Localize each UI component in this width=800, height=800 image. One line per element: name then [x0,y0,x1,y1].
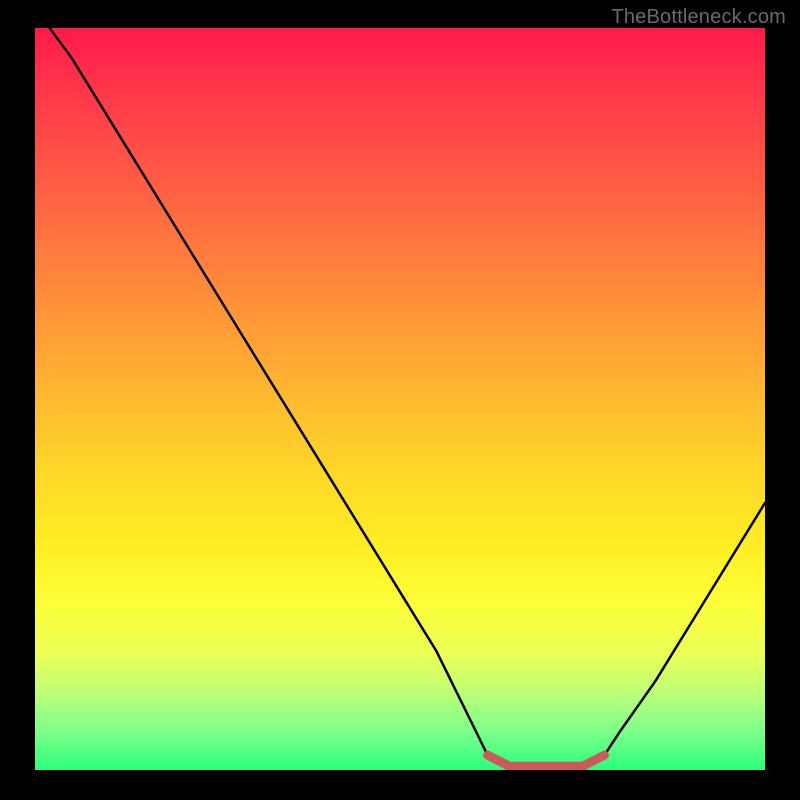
watermark-text: TheBottleneck.com [611,6,786,29]
plot-area [35,28,765,770]
series-optimal-range [488,755,605,766]
chart-svg [35,28,765,770]
chart-frame: TheBottleneck.com [0,0,800,800]
series-bottleneck-curve [50,28,765,770]
